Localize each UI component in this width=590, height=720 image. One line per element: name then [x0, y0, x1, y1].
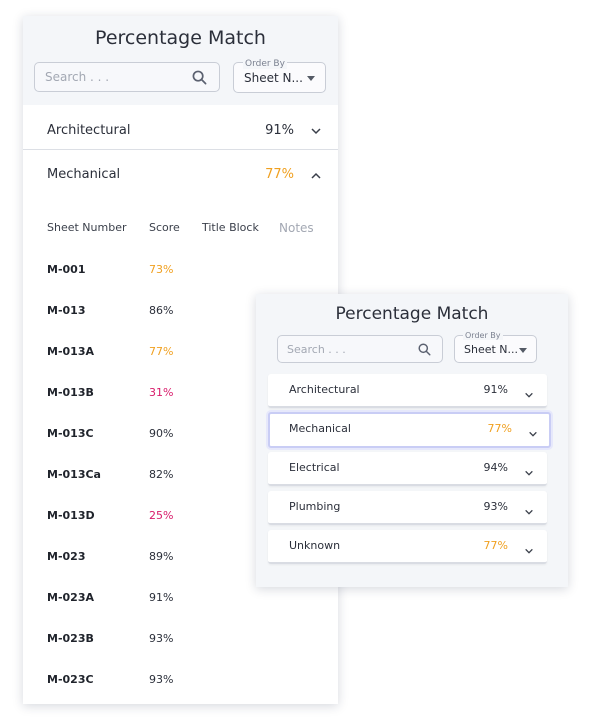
group-percent: 77%	[265, 167, 294, 182]
score: 90%	[149, 427, 174, 440]
column-header-notes[interactable]: Notes	[279, 221, 314, 235]
chevron-down-icon[interactable]	[310, 122, 322, 141]
group-percent: 93%	[483, 500, 508, 513]
score: 91%	[149, 591, 174, 604]
table-row[interactable]: M-023A 91%	[23, 591, 338, 611]
sheet-number: M-023B	[47, 632, 94, 645]
search-input[interactable]: Search . . .	[277, 335, 443, 363]
sheet-number: M-013C	[47, 427, 94, 440]
sheet-number: M-013D	[47, 509, 95, 522]
group-percent: 77%	[483, 539, 508, 552]
sheet-number: M-013A	[47, 345, 94, 358]
sheet-number: M-001	[47, 263, 86, 276]
score: 31%	[149, 386, 174, 399]
panel-title: Percentage Match	[95, 27, 266, 49]
column-header-sheet-number[interactable]: Sheet Number	[47, 221, 127, 234]
panel-header: Percentage Match Search . . . Order By S…	[23, 16, 338, 105]
score: 93%	[149, 673, 174, 686]
chevron-down-icon[interactable]	[524, 541, 534, 560]
sheet-number: M-023C	[47, 673, 94, 686]
table-row[interactable]: M-001 73%	[23, 263, 338, 283]
order-by-select[interactable]: Order By Sheet N...	[454, 331, 537, 363]
caret-down-icon	[519, 348, 527, 353]
order-by-value: Sheet N...	[244, 71, 303, 85]
group-label: Electrical	[289, 461, 340, 474]
group-percent: 91%	[483, 383, 508, 396]
group-card-plumbing[interactable]: Plumbing 93%	[268, 491, 547, 525]
group-percent: 94%	[483, 461, 508, 474]
group-label: Architectural	[47, 122, 131, 138]
group-card-mechanical[interactable]: Mechanical 77%	[268, 412, 551, 448]
group-label: Architectural	[289, 383, 360, 396]
sheet-number: M-023	[47, 550, 86, 563]
search-icon[interactable]	[418, 336, 431, 362]
group-percent: 77%	[487, 422, 512, 435]
table-header: Sheet Number Score Title Block Notes	[23, 221, 338, 241]
score: 86%	[149, 304, 174, 317]
search-placeholder: Search . . .	[45, 70, 110, 84]
chevron-up-icon[interactable]	[310, 167, 322, 186]
group-label: Mechanical	[289, 422, 351, 435]
group-label: Plumbing	[289, 500, 341, 513]
group-card-electrical[interactable]: Electrical 94%	[268, 452, 547, 486]
score: 73%	[149, 263, 174, 276]
search-icon[interactable]	[192, 63, 207, 91]
order-by-caption: Order By	[243, 59, 287, 69]
score: 93%	[149, 632, 174, 645]
percentage-match-panel-collapsed: Percentage Match Search . . . Order By S…	[256, 294, 568, 587]
group-label: Unknown	[289, 539, 341, 552]
table-row[interactable]: M-023B 93%	[23, 632, 338, 652]
chevron-down-icon[interactable]	[524, 463, 534, 482]
sheet-number: M-013B	[47, 386, 94, 399]
group-row-mechanical[interactable]: Mechanical 77%	[23, 149, 338, 199]
order-by-value: Sheet N...	[464, 343, 519, 356]
score: 82%	[149, 468, 174, 481]
search-input[interactable]: Search . . .	[34, 62, 220, 92]
group-card-architectural[interactable]: Architectural 91%	[268, 374, 547, 408]
score: 89%	[149, 550, 174, 563]
score: 77%	[149, 345, 174, 358]
order-by-caption: Order By	[463, 331, 503, 340]
chevron-down-icon[interactable]	[528, 424, 538, 443]
caret-down-icon	[307, 76, 315, 81]
chevron-down-icon[interactable]	[524, 502, 534, 521]
column-header-score[interactable]: Score	[149, 221, 180, 234]
sheet-number: M-013Ca	[47, 468, 101, 481]
table-row[interactable]: M-023C 93%	[23, 673, 338, 693]
chevron-down-icon[interactable]	[524, 385, 534, 404]
search-placeholder: Search . . .	[287, 342, 346, 356]
panel-title: Percentage Match	[335, 304, 489, 324]
score: 25%	[149, 509, 174, 522]
column-header-title-block[interactable]: Title Block	[202, 221, 259, 234]
sheet-number: M-023A	[47, 591, 94, 604]
group-percent: 91%	[265, 122, 294, 138]
sheet-number: M-013	[47, 304, 86, 317]
order-by-select[interactable]: Order By Sheet N...	[233, 59, 326, 93]
group-label: Mechanical	[47, 167, 121, 182]
group-card-unknown[interactable]: Unknown 77%	[268, 530, 547, 564]
